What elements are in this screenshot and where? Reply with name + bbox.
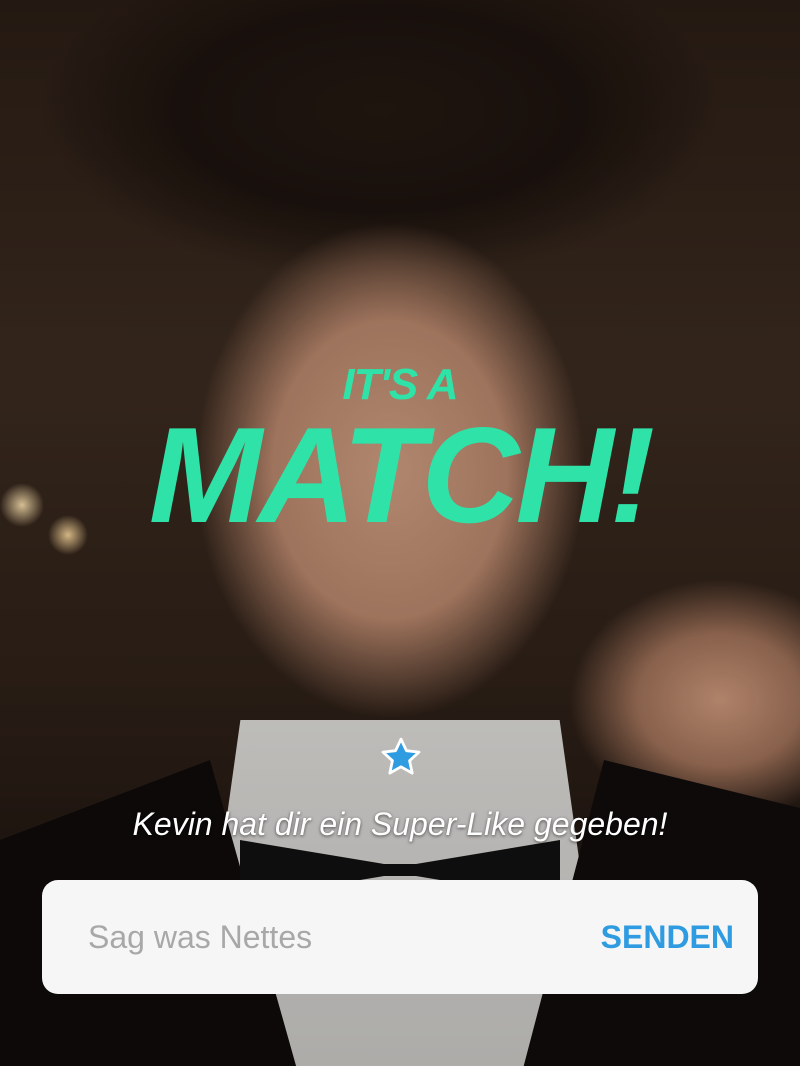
- message-bar: SENDEN: [42, 880, 758, 994]
- superlike-message: Kevin hat dir ein Super-Like gegeben!: [132, 806, 668, 842]
- message-input[interactable]: [86, 917, 601, 957]
- star-icon: [381, 737, 421, 775]
- send-button[interactable]: SENDEN: [601, 919, 734, 956]
- match-title-big: MATCH!: [148, 399, 655, 551]
- match-screen: IT'S A MATCH! Kevin hat dir ein Super-Li…: [0, 0, 800, 1066]
